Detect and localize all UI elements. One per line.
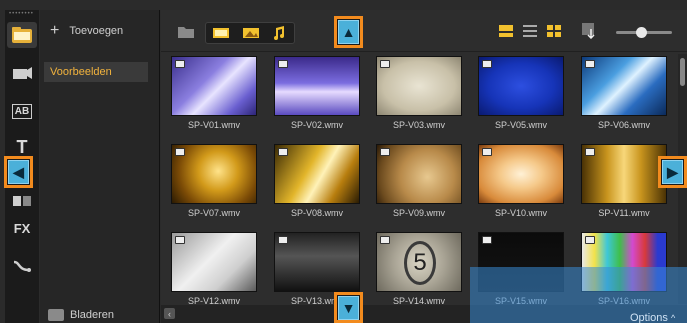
scroll-down-button[interactable]: ▼ [334,292,363,323]
arrow-down-icon: ▼ [338,295,359,320]
countdown-number: 5 [404,241,436,285]
thumbnail-image [478,144,564,204]
thumbnail-caption: SP-V05.wmv [494,120,547,130]
browse-label: Bladeren [70,309,115,321]
video-badge-icon [175,236,185,244]
video-badge-icon [278,60,288,68]
photo-filter-icon[interactable] [242,26,260,40]
thumbnail-image [171,56,257,116]
thumbnail-size-slider[interactable] [616,27,672,38]
title-ab-label: AB [11,103,33,119]
view-list-icon[interactable] [521,23,539,39]
title-ab-icon[interactable]: AB [7,98,37,124]
thumbnail-image [171,144,257,204]
media-library-icon[interactable] [7,22,37,48]
path-icon[interactable] [7,253,37,279]
audio-filter-icon[interactable] [270,26,288,40]
chevron-up-icon: ^ [670,313,676,323]
sort-icon[interactable] [581,23,599,39]
arrow-left-icon: ◀ [8,160,29,184]
view-large-icon[interactable] [497,23,515,39]
thumbnail-image [274,144,360,204]
thumbnail-image [274,232,360,292]
video-filter-icon[interactable] [212,26,230,40]
thumbnail-caption: SP-V09.wmv [392,208,445,218]
fx-label: FX [13,220,31,236]
slider-knob[interactable] [636,27,647,38]
thumbnail-caption: SP-V10.wmv [494,208,547,218]
thumbnail-caption: SP-V07.wmv [187,208,240,218]
add-label: Toevoegen [69,25,124,37]
video-badge-icon [278,236,288,244]
thumbnail-image [376,144,462,204]
video-badge-icon [585,236,595,244]
text-label: T [16,136,28,157]
library-item-label: Voorbeelden [50,66,112,78]
video-badge-icon [482,236,492,244]
video-badge-icon [175,148,185,156]
options-label: Options [630,312,668,323]
scroll-left-button[interactable]: ◀ [4,156,33,188]
options-button[interactable]: Options ^ [630,312,675,323]
scroll-right-button[interactable]: ▶ [658,156,687,188]
fx-icon[interactable]: FX [7,215,37,241]
scroll-up-button[interactable]: ▲ [334,16,363,48]
instant-project-icon[interactable] [7,60,37,86]
thumbnail-caption: SP-V06.wmv [597,120,650,130]
library-panel: + Toevoegen Voorbeelden Bladeren [40,10,160,323]
folder-icon[interactable] [175,22,197,42]
thumbnail-image [581,56,667,116]
thumbnail-caption: SP-V11.wmv [598,208,650,218]
thumbnail-image [581,144,667,204]
thumbnail-image [274,56,360,116]
thumbnail-caption: SP-V01.wmv [187,120,240,130]
scrollbar-thumb[interactable] [680,58,685,86]
video-badge-icon [175,60,185,68]
thumbnail-image [171,232,257,292]
video-badge-icon [278,148,288,156]
drag-grip[interactable]: •••••••• [9,11,34,17]
thumbnail-image [478,56,564,116]
thumbnail-image: 5 [376,232,462,292]
view-grid-icon[interactable] [545,23,563,39]
media-library-window: •••••••• AB T FX + Toevoegen Voorbeelden [0,0,687,323]
video-badge-icon [482,148,492,156]
video-badge-icon [482,60,492,68]
video-badge-icon [380,148,390,156]
arrow-right-icon: ▶ [662,160,683,184]
video-badge-icon [585,60,595,68]
transition-icon[interactable] [7,188,37,214]
library-toolbar [161,10,687,52]
video-badge-icon [380,236,390,244]
video-badge-icon [585,148,595,156]
collapse-left-icon[interactable]: ‹ [164,308,175,319]
plus-icon: + [50,22,60,39]
thumbnail-image [376,56,462,116]
media-filter-group [205,22,295,44]
video-badge-icon [380,60,390,68]
thumbnail-caption: SP-V03.wmv [392,120,445,130]
browse-folder-icon [48,309,64,321]
browse-button[interactable]: Bladeren [48,306,114,323]
thumbnail-caption: SP-V02.wmv [290,120,343,130]
add-library-button[interactable]: + Toevoegen [40,20,160,42]
arrow-up-icon: ▲ [338,20,359,44]
thumbnail-caption: SP-V08.wmv [290,208,343,218]
library-item-voorbeelden[interactable]: Voorbeelden [44,62,148,82]
